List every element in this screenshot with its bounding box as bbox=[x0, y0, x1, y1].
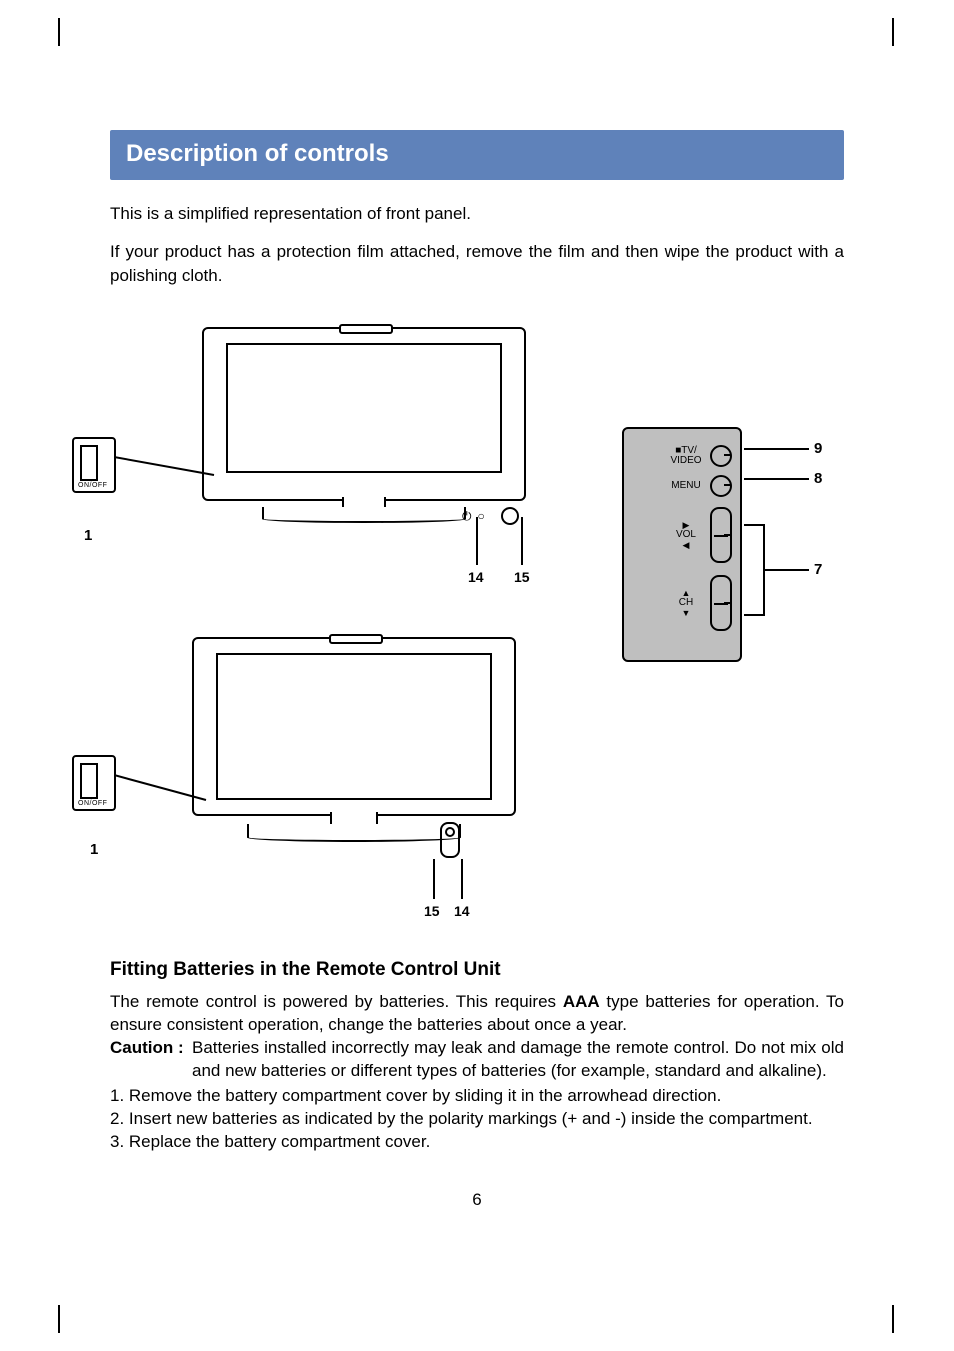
batteries-paragraph: The remote control is powered by batteri… bbox=[110, 991, 844, 1037]
tv-video-label: ■TV/ VIDEO bbox=[662, 446, 710, 467]
callout-7: 7 bbox=[814, 561, 822, 578]
callout-1: 1 bbox=[90, 841, 98, 858]
arrow-down-icon: ▼ bbox=[682, 609, 691, 618]
tv-bottom-illustration bbox=[192, 637, 512, 847]
round-button-icon bbox=[710, 445, 732, 467]
plus-sign: + bbox=[567, 1109, 577, 1128]
page: Description of controls This is a simpli… bbox=[0, 0, 954, 1351]
crop-mark-icon bbox=[58, 1305, 60, 1333]
step-1: 1. Remove the battery compartment cover … bbox=[110, 1085, 844, 1108]
arrow-left-icon: ◀ bbox=[683, 541, 690, 550]
power-switch-label: ON/OFF bbox=[78, 800, 107, 807]
intro-paragraph-2: If your product has a protection film at… bbox=[110, 240, 844, 288]
leader-line-icon bbox=[114, 765, 214, 805]
callout-8: 8 bbox=[814, 470, 822, 487]
label-text: VIDEO bbox=[670, 456, 701, 467]
steps-list: 1. Remove the battery compartment cover … bbox=[110, 1085, 844, 1154]
callout-1: 1 bbox=[84, 527, 92, 544]
aaa-text: AAA bbox=[563, 992, 600, 1011]
callout-14: 14 bbox=[468, 569, 484, 585]
leader-line-icon bbox=[472, 517, 542, 577]
power-switch-callout-top: ON/OFF bbox=[72, 437, 116, 493]
leader-line-icon bbox=[744, 435, 824, 665]
text: ) inside the compartment. bbox=[621, 1109, 813, 1128]
crop-mark-icon bbox=[58, 18, 60, 46]
intro-paragraph-1: This is a simplified representation of f… bbox=[110, 202, 844, 226]
callout-15: 15 bbox=[424, 903, 440, 919]
section-heading: Description of controls bbox=[110, 130, 844, 180]
diagram: ⏻ ○ ON/OFF 1 14 15 ■TV/ VIDEO bbox=[112, 317, 842, 937]
side-panel-illustration: ■TV/ VIDEO MENU ▶ VOL ◀ ▲ C bbox=[622, 427, 742, 662]
text: The remote control is powered by batteri… bbox=[110, 992, 563, 1011]
step-3: 3. Replace the battery compartment cover… bbox=[110, 1131, 844, 1154]
power-icon: ⏻ bbox=[462, 509, 472, 524]
text: 2. Insert new batteries as indicated by … bbox=[110, 1109, 567, 1128]
callout-15: 15 bbox=[514, 569, 530, 585]
text: and bbox=[577, 1109, 615, 1128]
step-2: 2. Insert new batteries as indicated by … bbox=[110, 1108, 844, 1131]
callout-9: 9 bbox=[814, 440, 822, 457]
intro-text: This is a simplified representation of f… bbox=[110, 202, 844, 287]
caution-label: Caution : bbox=[110, 1037, 192, 1083]
caution-block: Caution : Batteries installed incorrectl… bbox=[110, 1037, 844, 1083]
leader-line-icon bbox=[114, 447, 224, 477]
power-switch-label: ON/OFF bbox=[78, 482, 107, 489]
front-rocker-icon bbox=[440, 822, 460, 858]
batteries-heading: Fitting Batteries in the Remote Control … bbox=[110, 959, 844, 981]
tv-top-illustration bbox=[202, 327, 522, 527]
callout-14: 14 bbox=[454, 903, 470, 919]
crop-mark-icon bbox=[892, 18, 894, 46]
caution-text: Batteries installed incorrectly may leak… bbox=[192, 1037, 844, 1083]
rocker-button-icon bbox=[710, 575, 732, 631]
rocker-button-icon bbox=[710, 507, 732, 563]
ch-label-group: ▲ CH ▼ bbox=[662, 589, 710, 618]
page-number: 6 bbox=[110, 1190, 844, 1210]
power-switch-callout-bottom: ON/OFF bbox=[72, 755, 116, 811]
crop-mark-icon bbox=[892, 1305, 894, 1333]
round-button-icon bbox=[710, 475, 732, 497]
leader-line-icon bbox=[426, 859, 486, 909]
vol-label-group: ▶ VOL ◀ bbox=[662, 521, 710, 550]
menu-label: MENU bbox=[662, 481, 710, 492]
